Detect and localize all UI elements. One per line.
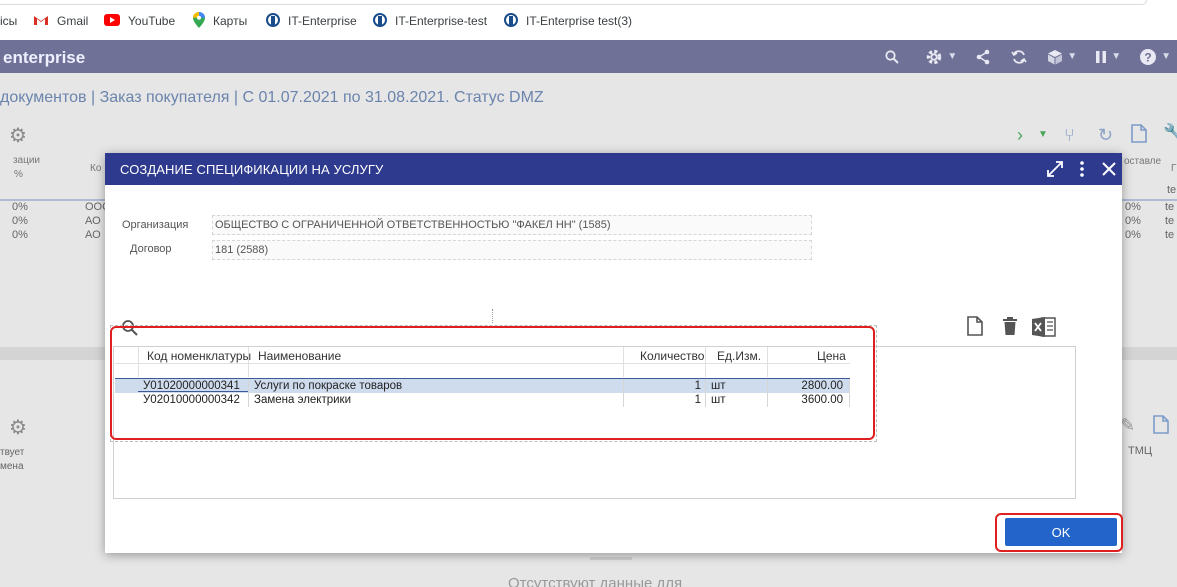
contract-label: Договор: [130, 243, 172, 255]
bookmark-label: Карты: [213, 14, 248, 28]
table-cell: 0%: [1125, 229, 1141, 241]
table-cell: te: [1165, 229, 1175, 241]
table-cell: 0%: [12, 201, 28, 213]
it-enterprise-icon: [373, 12, 387, 30]
empty-state-text: Отсутствуют данные для: [508, 575, 683, 587]
highlight-annotation: [995, 513, 1123, 552]
help-icon[interactable]: ?: [1139, 48, 1157, 66]
chevron-down-icon[interactable]: ▼: [1111, 51, 1121, 62]
excel-export-icon[interactable]: [1031, 316, 1057, 338]
youtube-icon: [104, 13, 120, 29]
bookmark-label: Gmail: [57, 14, 89, 28]
organization-field[interactable]: ОБЩЕСТВО С ОГРАНИЧЕННОЙ ОТВЕТСТВЕННОСТЬЮ…: [212, 215, 812, 235]
table-cell: АО: [85, 215, 101, 227]
close-icon[interactable]: [1102, 162, 1116, 176]
chevron-right-icon[interactable]: ›: [1017, 125, 1023, 146]
gear-icon[interactable]: [925, 48, 943, 66]
column-header: %: [14, 169, 23, 180]
app-header: enterprise ▼ ▼ ▼ ? ▼: [0, 40, 1177, 73]
bookmark-it-enterprise-test3[interactable]: IT-Enterprise test(3): [504, 12, 633, 30]
bookmark-it-enterprise[interactable]: IT-Enterprise: [266, 12, 357, 30]
bookmark-label: IT-Enterprise test(3): [526, 14, 633, 28]
more-vertical-icon[interactable]: [1080, 161, 1084, 177]
app-toolbar: ▼ ▼ ▼ ? ▼: [871, 40, 1177, 73]
pencil-icon[interactable]: ✎: [1120, 415, 1135, 436]
document-icon[interactable]: [1131, 124, 1147, 148]
bookmark-gmail[interactable]: Gmail: [33, 13, 88, 29]
table-cell: 0%: [12, 215, 28, 227]
bookmark-label: IT-Enterprise-test: [395, 14, 488, 28]
address-bar-edge: [0, 0, 1147, 5]
table-cell: АО: [85, 229, 101, 241]
chevron-down-icon[interactable]: ▼: [1161, 51, 1171, 62]
organization-label: Организация: [122, 219, 189, 231]
table-cell: 0%: [1125, 201, 1141, 213]
refresh-icon[interactable]: [1011, 49, 1027, 65]
panel-label: мена: [0, 461, 24, 472]
table-cell: te: [1165, 201, 1175, 213]
bookmark-youtube[interactable]: YouTube: [104, 13, 175, 29]
chevron-down-icon[interactable]: ▼: [1067, 51, 1077, 62]
dialog-header-actions: [1032, 153, 1116, 185]
maps-icon: [193, 11, 205, 31]
bookmark-it-enterprise-test[interactable]: IT-Enterprise-test: [373, 12, 488, 30]
table-cell: te: [1167, 184, 1177, 196]
drag-handle[interactable]: [590, 557, 632, 560]
table-cell: 0%: [12, 229, 28, 241]
panel-label: ТМЦ: [1128, 445, 1153, 457]
contract-field[interactable]: 181 (2588): [212, 240, 812, 260]
cube-icon[interactable]: [1047, 49, 1063, 65]
new-document-icon[interactable]: [967, 316, 983, 336]
dialog-header: СОЗДАНИЕ СПЕЦИФИКАЦИИ НА УСЛУГУ: [105, 153, 1122, 185]
search-icon[interactable]: [885, 49, 900, 64]
app-logo: enterprise: [3, 48, 86, 67]
bookmarks-bar: ісы Gmail YouTube Карты IT-Enterprise IT…: [0, 0, 1177, 40]
gear-icon[interactable]: ⚙: [9, 415, 27, 440]
wrench-icon[interactable]: 🔧: [1163, 123, 1177, 144]
document-icon[interactable]: [1153, 415, 1169, 439]
it-enterprise-icon: [266, 12, 280, 30]
gmail-icon: [33, 14, 49, 29]
gear-icon[interactable]: ⚙: [9, 123, 27, 148]
bookmark-item-0[interactable]: ісы: [0, 13, 17, 29]
pause-icon[interactable]: [1095, 50, 1107, 64]
column-header: Ко: [90, 163, 102, 174]
bookmark-label: ісы: [0, 14, 18, 28]
table-cell: 0%: [1125, 215, 1141, 227]
svg-text:?: ?: [1144, 50, 1151, 64]
panel-label: твует: [0, 447, 25, 458]
expand-icon[interactable]: [1046, 160, 1064, 178]
splitter-dots: [492, 309, 493, 323]
it-enterprise-icon: [504, 12, 518, 30]
dialog-title: СОЗДАНИЕ СПЕЦИФИКАЦИИ НА УСЛУГУ: [120, 162, 384, 177]
create-service-spec-dialog: СОЗДАНИЕ СПЕЦИФИКАЦИИ НА УСЛУГУ Организа…: [105, 153, 1123, 553]
column-header: оставле: [1124, 156, 1162, 167]
highlight-annotation: [110, 326, 875, 440]
trash-icon[interactable]: [1002, 316, 1018, 336]
chevron-down-icon[interactable]: ▼: [947, 51, 957, 62]
share-icon[interactable]: [975, 49, 991, 65]
tree-icon[interactable]: ⑂: [1064, 125, 1075, 146]
chevron-down-icon[interactable]: ▼: [1038, 129, 1048, 140]
page-title: документов | Заказ покупателя | С 01.07.…: [0, 89, 544, 106]
bookmark-label: YouTube: [128, 14, 176, 28]
column-header: Г: [1171, 163, 1177, 174]
bookmark-label: IT-Enterprise: [288, 14, 357, 28]
bookmark-maps[interactable]: Карты: [193, 11, 248, 31]
refresh-icon[interactable]: ↻: [1098, 125, 1113, 146]
column-header: зации: [12, 155, 40, 166]
table-cell: te: [1165, 215, 1175, 227]
